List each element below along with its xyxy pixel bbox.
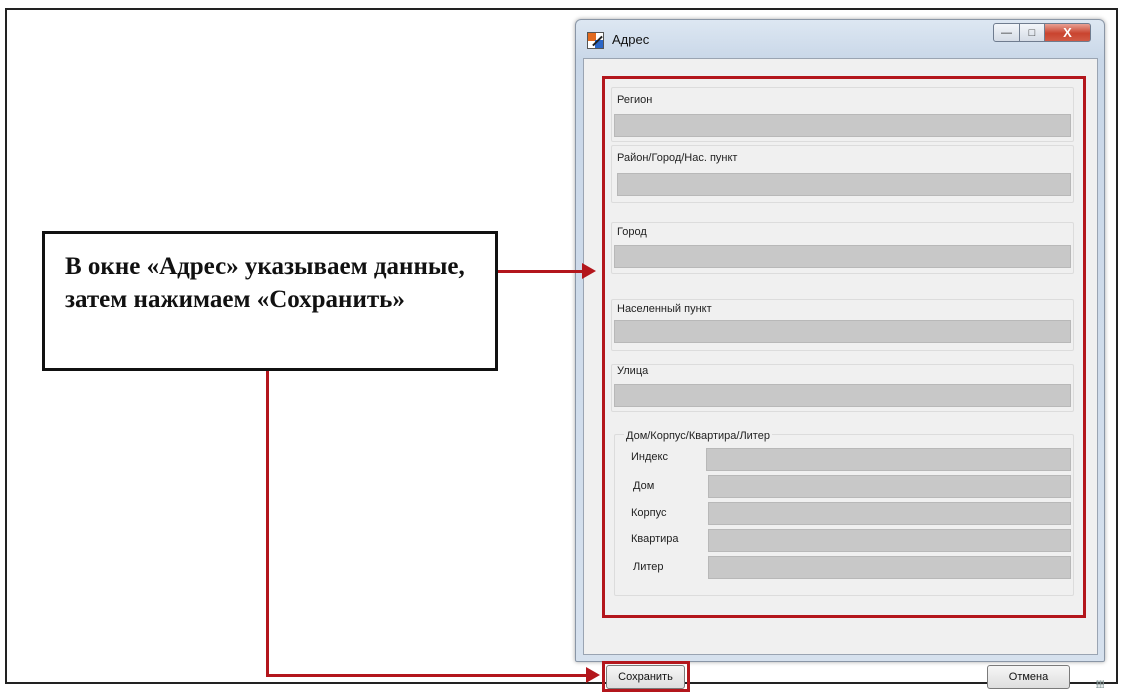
window-title: Адрес bbox=[612, 32, 650, 47]
resize-grip[interactable] bbox=[1096, 680, 1104, 688]
arrow-to-save-head bbox=[586, 667, 600, 683]
callout-text: В окне «Адрес» указываем данные, затем н… bbox=[65, 253, 465, 313]
maximize-button[interactable]: □ bbox=[1019, 23, 1045, 42]
arrow-to-form-line bbox=[498, 270, 582, 273]
form-highlight bbox=[602, 76, 1086, 618]
minimize-button[interactable]: — bbox=[993, 23, 1020, 42]
arrow-to-save-horizontal bbox=[266, 674, 586, 677]
title-bar[interactable]: Адрес — □ X bbox=[576, 20, 1104, 58]
app-icon bbox=[587, 32, 604, 49]
save-highlight bbox=[602, 661, 690, 692]
arrow-to-save-vertical bbox=[266, 371, 269, 677]
arrow-to-form-head bbox=[582, 263, 596, 279]
cancel-button[interactable]: Отмена bbox=[987, 665, 1070, 689]
close-button[interactable]: X bbox=[1044, 23, 1091, 42]
instruction-callout: В окне «Адрес» указываем данные, затем н… bbox=[42, 231, 498, 371]
